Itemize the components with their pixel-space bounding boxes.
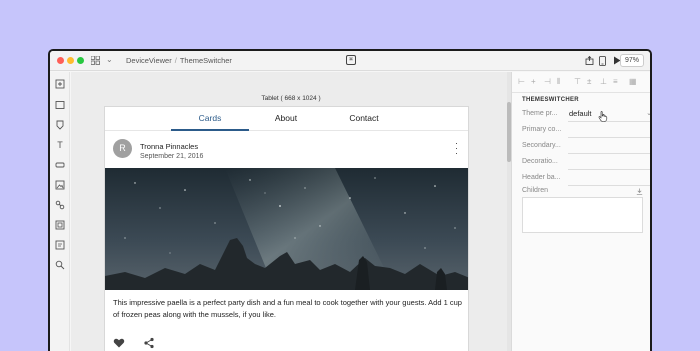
prop-theme[interactable]: Theme pr... default ⌄: [522, 108, 650, 122]
card-media-image: [105, 168, 468, 290]
add-child-icon[interactable]: [636, 188, 643, 195]
card-header: R Tronna Pinnacles September 21, 2016 · ·…: [105, 131, 468, 167]
section-title: THEMESWITCHER: [522, 97, 579, 103]
more-vert-icon[interactable]: · · ·: [455, 139, 458, 158]
grid-icon[interactable]: [91, 56, 100, 65]
share-export-icon[interactable]: [585, 56, 594, 65]
layers-icon[interactable]: [55, 120, 65, 130]
field-underline: [568, 137, 650, 138]
app-window: ⌄ DeviceViewer/ThemeSwitcher ⌘ 97% T T: [48, 49, 652, 351]
image-icon[interactable]: [55, 180, 65, 190]
field-underline: [568, 169, 650, 170]
theme-select-value[interactable]: default: [569, 109, 592, 118]
maximize-window-button[interactable]: [77, 57, 84, 64]
distribute-horizontal-icon[interactable]: ⫴: [557, 77, 560, 87]
code-view-icon[interactable]: ⌘: [346, 55, 356, 65]
tab-bar: Cards About Contact: [105, 107, 468, 131]
left-toolbar: T: [50, 72, 70, 351]
heart-icon[interactable]: [113, 337, 125, 349]
hand-cursor-icon: [598, 111, 608, 122]
tab-cards[interactable]: Cards: [170, 113, 250, 123]
align-left-icon[interactable]: ⊢: [518, 77, 525, 86]
list-icon[interactable]: [55, 240, 65, 250]
rectangle-icon[interactable]: [55, 100, 65, 110]
align-top-icon[interactable]: ⊤: [574, 77, 581, 86]
text-tool-icon[interactable]: T: [55, 140, 65, 150]
children-drop-zone[interactable]: [522, 197, 643, 233]
link-icon[interactable]: [55, 200, 65, 210]
frame-icon[interactable]: [55, 220, 65, 230]
align-bottom-icon[interactable]: ⊥: [600, 77, 607, 86]
card-author: Tronna Pinnacles: [140, 142, 199, 151]
card-date: September 21, 2016: [140, 153, 204, 160]
align-middle-icon[interactable]: ±: [587, 77, 591, 86]
minimize-window-button[interactable]: [67, 57, 74, 64]
zoom-level[interactable]: 97%: [619, 54, 644, 67]
prop-label: Primary co...: [522, 126, 562, 133]
tab-contact[interactable]: Contact: [324, 113, 404, 123]
field-underline: [568, 121, 650, 122]
breadcrumb-item-themeswitcher[interactable]: ThemeSwitcher: [180, 56, 232, 65]
tablet-preview: Cards About Contact R Tronna Pinnacles S…: [104, 106, 469, 351]
properties-panel: ⊢ + ⊣ ⫴ ⊤ ± ⊥ ≡ ▦ THEMESWITCHER Theme pr…: [511, 72, 650, 351]
close-window-button[interactable]: [57, 57, 64, 64]
prop-decoration[interactable]: Decoratio...: [522, 156, 650, 170]
field-underline: [568, 153, 650, 154]
tab-about[interactable]: About: [246, 113, 326, 123]
distribute-vertical-icon[interactable]: ≡: [613, 77, 618, 86]
insert-component-icon[interactable]: [55, 79, 65, 89]
align-right-icon[interactable]: ⊣: [544, 77, 551, 86]
prop-label: Decoratio...: [522, 158, 558, 165]
prop-label: Secondary...: [522, 142, 561, 149]
breadcrumb-separator: /: [174, 56, 177, 65]
prop-primary-color[interactable]: Primary co...: [522, 124, 650, 138]
device-frame-label: Tablet ( 668 x 1024 ): [261, 95, 321, 102]
title-bar: ⌄ DeviceViewer / ThemeSwitcher ⌘ 97%: [50, 51, 650, 71]
card-description: This impressive paella is a perfect part…: [113, 298, 462, 319]
design-canvas[interactable]: Tablet ( 668 x 1024 ) Cards About Contac…: [71, 72, 511, 351]
device-phone-icon[interactable]: [599, 56, 606, 66]
avatar: R: [113, 139, 132, 158]
prop-label: Header ba...: [522, 174, 561, 181]
breadcrumb-item-deviceviewer[interactable]: DeviceViewer: [126, 56, 172, 65]
alignment-toolbar: ⊢ + ⊣ ⫴ ⊤ ± ⊥ ≡ ▦: [512, 72, 650, 93]
prop-header-background[interactable]: Header ba...: [522, 172, 650, 186]
prop-secondary-color[interactable]: Secondary...: [522, 140, 650, 154]
search-icon[interactable]: [55, 260, 65, 270]
prop-label: Theme pr...: [522, 110, 558, 117]
breadcrumb: DeviceViewer / ThemeSwitcher: [126, 56, 232, 65]
children-label: Children: [522, 187, 549, 194]
chevron-down-icon[interactable]: ⌄: [106, 55, 113, 64]
field-underline: [568, 185, 650, 186]
share-icon[interactable]: [143, 337, 155, 349]
chevron-down-icon[interactable]: ⌄: [646, 109, 650, 117]
align-center-icon[interactable]: +: [531, 77, 536, 86]
layout-grid-icon[interactable]: ▦: [629, 77, 637, 86]
button-element-icon[interactable]: [55, 160, 65, 170]
